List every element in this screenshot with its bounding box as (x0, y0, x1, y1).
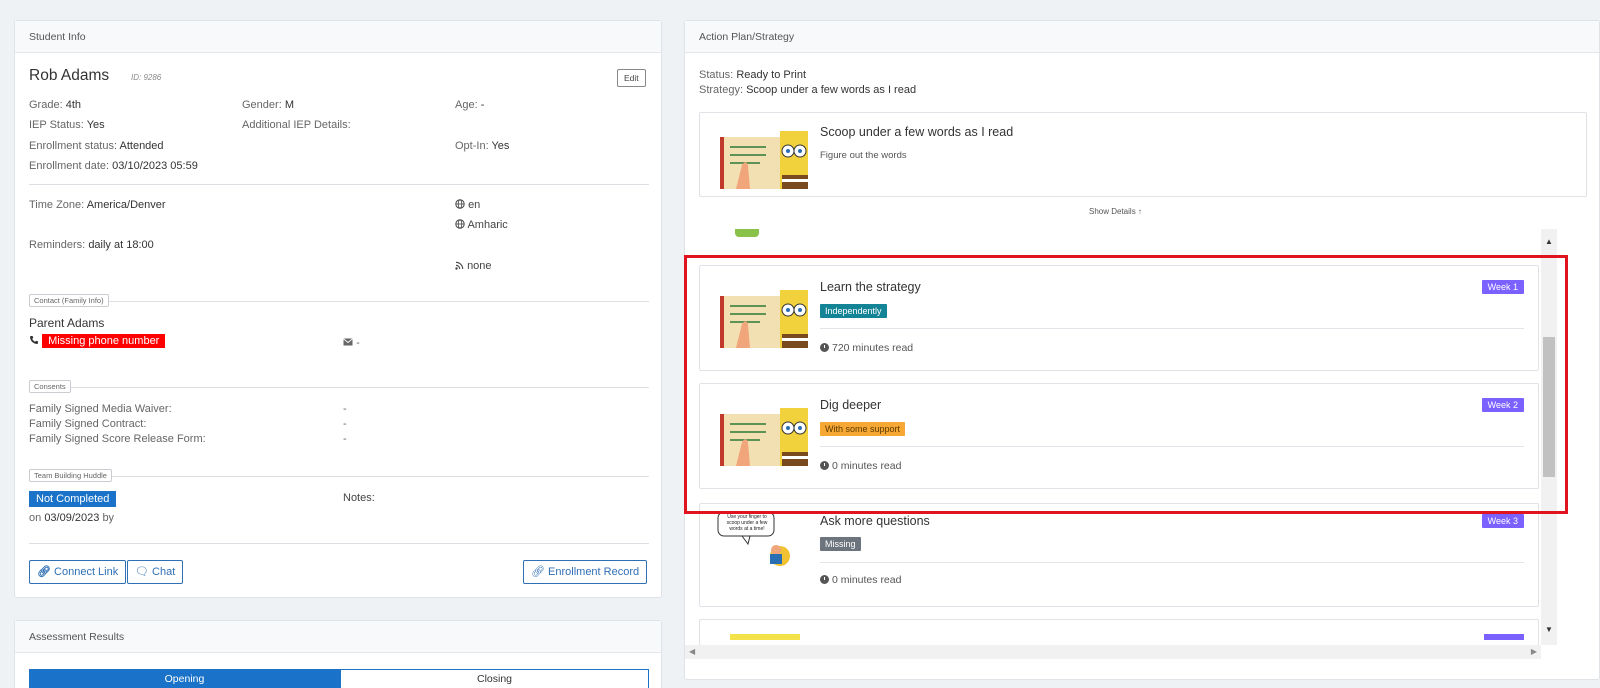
scroll-down-icon[interactable]: ▼ (1545, 625, 1553, 634)
consent-contract-label: Family Signed Contract: (29, 418, 147, 430)
divider (29, 387, 649, 388)
horizontal-scrollbar[interactable]: ◀ ▶ (685, 645, 1541, 659)
globe-icon (455, 219, 465, 229)
assessment-panel: Assessment Results Opening Closing (14, 620, 662, 688)
huddle-legend: Team Building Huddle (29, 469, 112, 482)
minutes-read: 0 minutes read (820, 574, 901, 586)
parent-name: Parent Adams (29, 316, 105, 330)
card-peek-image (730, 634, 800, 640)
week-badge-peek (1484, 634, 1524, 640)
chat-button[interactable]: 🗨︎ Chat (127, 560, 184, 584)
scroll-left-icon[interactable]: ◀ (689, 647, 695, 656)
assessment-header: Assessment Results (15, 621, 661, 653)
iep-status-field: IEP Status: Yes (29, 119, 105, 131)
envelope-icon (343, 338, 353, 346)
age-field: Age: - (455, 99, 485, 111)
link-icon: 🔗︎ (37, 566, 51, 578)
missing-phone-badge: Missing phone number (42, 334, 166, 348)
thumbnail-caption: Use your finger to scoop under a few wor… (726, 514, 768, 532)
progress-badge: Missing (820, 537, 861, 551)
language-secondary: Amharic (455, 219, 508, 231)
consents-legend: Consents (29, 380, 71, 393)
rss-icon (455, 261, 464, 270)
feed-field: none (455, 260, 492, 272)
arrow-up-icon: ↑ (1137, 207, 1142, 216)
student-name: Rob Adams (29, 67, 110, 84)
grade-field: Grade: 4th (29, 99, 81, 111)
show-details-link[interactable]: Show Details ↑ (1089, 207, 1142, 216)
student-info-panel: Student Info Rob Adams ID: 9286 Edit Gra… (14, 20, 662, 598)
consent-media-waiver-label: Family Signed Media Waiver: (29, 403, 172, 415)
clock-icon (820, 575, 829, 584)
divider (29, 543, 649, 544)
iep-details-label: Additional IEP Details: (242, 119, 351, 131)
chat-icon: 🗨︎ (135, 566, 149, 578)
contact-legend: Contact (Family Info) (29, 294, 109, 307)
main-card-title: Scoop under a few words as I read (820, 125, 1014, 139)
huddle-date-row: on 03/09/2023 by (29, 512, 115, 524)
consent-contract-value: - (343, 418, 347, 430)
enrollment-status-field: Enrollment status: Attended (29, 140, 164, 152)
divider (29, 476, 649, 477)
divider (29, 301, 649, 302)
divider (29, 184, 649, 185)
email-row: - (343, 337, 360, 349)
plan-strategy: Strategy: Scoop under a few words as I r… (699, 84, 917, 96)
phone-icon (30, 336, 38, 344)
tab-opening[interactable]: Opening (29, 669, 340, 688)
huddle-status-badge: Not Completed (29, 491, 117, 507)
globe-icon (455, 199, 465, 209)
week-card-title: Ask more questions (820, 514, 930, 528)
main-card-subtitle: Figure out the words (820, 150, 907, 161)
card-peek-image (735, 229, 759, 237)
reminders-field: Reminders: daily at 18:00 (29, 239, 154, 251)
main-strategy-card[interactable]: Scoop under a few words as I read Figure… (699, 112, 1587, 197)
tab-closing[interactable]: Closing (340, 669, 649, 688)
consent-score-release-label: Family Signed Score Release Form: (29, 433, 206, 445)
link-icon: 🔗︎ (531, 566, 545, 578)
enrollment-date-field: Enrollment date: 03/10/2023 05:59 (29, 160, 198, 172)
phone-row: Missing phone number (29, 334, 166, 348)
gender-field: Gender: M (242, 99, 294, 111)
scroll-up-icon[interactable]: ▲ (1545, 237, 1553, 246)
student-id: ID: 9286 (131, 73, 162, 82)
card-divider (820, 562, 1524, 563)
student-info-header: Student Info (15, 21, 661, 53)
edit-button[interactable]: Edit (617, 69, 646, 87)
consent-media-waiver-value: - (343, 403, 347, 415)
plan-status: Status: Ready to Print (699, 69, 807, 81)
language-primary: en (455, 199, 480, 211)
action-plan-header: Action Plan/Strategy (685, 21, 1599, 53)
notes-label: Notes: (343, 492, 375, 504)
time-zone-field: Time Zone: America/Denver (29, 199, 166, 211)
week-badge: Week 3 (1481, 514, 1524, 528)
highlight-box (684, 255, 1568, 514)
week-card[interactable]: Use your finger to scoop under a few wor… (699, 503, 1539, 607)
connect-link-button[interactable]: 🔗︎ Connect Link (29, 560, 127, 584)
consent-score-release-value: - (343, 433, 347, 445)
opt-in-field: Opt-In: Yes (455, 140, 510, 152)
enrollment-record-button[interactable]: 🔗︎ Enrollment Record (523, 560, 648, 584)
strategy-thumbnail (720, 131, 808, 189)
scroll-right-icon[interactable]: ▶ (1531, 647, 1537, 656)
